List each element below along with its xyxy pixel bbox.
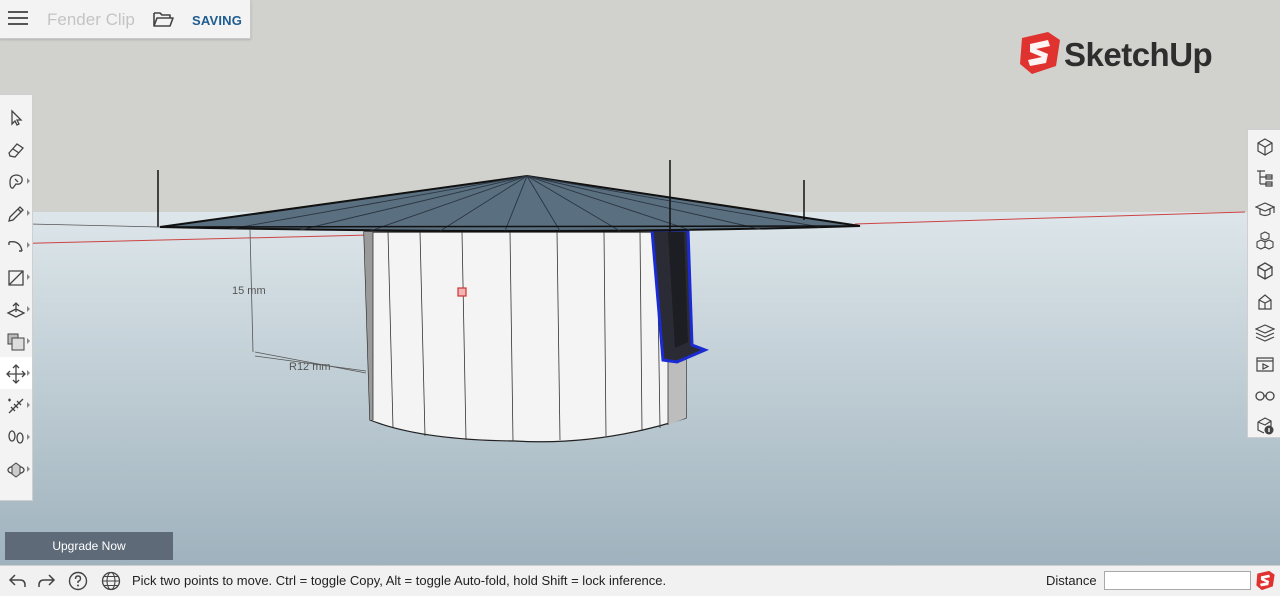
redo-icon[interactable] xyxy=(37,571,57,591)
sketchup-logo-icon xyxy=(1020,32,1060,74)
pencil-icon xyxy=(8,206,24,222)
document-header: Fender Clip SAVING xyxy=(0,0,251,39)
undo-icon[interactable] xyxy=(7,571,27,591)
logo-text: SketchUp xyxy=(1064,36,1213,73)
status-bar: Pick two points to move. Ctrl = toggle C… xyxy=(0,565,1280,596)
styles-icon xyxy=(1258,294,1272,310)
sketchup-logo: SketchUp xyxy=(1018,30,1228,80)
eraser-tool[interactable] xyxy=(0,133,32,165)
footprints-icon xyxy=(8,430,24,444)
right-panel-toolbar xyxy=(1247,129,1280,438)
line-tool[interactable] xyxy=(0,197,32,229)
measurement-input[interactable] xyxy=(1104,571,1251,590)
sketchup-mini-logo-icon[interactable] xyxy=(1255,570,1276,591)
components-icon xyxy=(1256,231,1274,250)
layers-icon xyxy=(1255,324,1275,342)
scenes-panel[interactable] xyxy=(1248,348,1280,379)
glasses-icon xyxy=(1255,391,1275,401)
push-pull-tool[interactable] xyxy=(0,293,32,325)
move-icon xyxy=(6,364,26,384)
mortarboard-icon xyxy=(1255,202,1275,217)
move-tool[interactable] xyxy=(0,357,32,389)
eraser-icon xyxy=(8,143,24,158)
cylinder-body[interactable] xyxy=(363,231,687,443)
orbit-tool[interactable] xyxy=(0,453,32,485)
left-toolbar xyxy=(0,94,33,501)
model-info-icon xyxy=(1257,417,1274,435)
folder-open-icon[interactable] xyxy=(152,9,174,29)
arc-icon xyxy=(8,241,23,252)
arc-tool[interactable] xyxy=(0,229,32,261)
orbit-icon xyxy=(7,462,25,478)
model-info-panel[interactable] xyxy=(1248,410,1280,441)
globe-icon[interactable] xyxy=(101,571,121,591)
radius-dimension-label: R12 mm xyxy=(289,361,331,373)
tape-measure-icon xyxy=(8,398,24,414)
offset-icon xyxy=(7,333,25,351)
modeling-viewport[interactable]: 15 mm R12 mm xyxy=(0,0,1280,565)
push-pull-icon xyxy=(6,302,26,318)
arrow-cursor-icon xyxy=(11,109,23,126)
select-tool[interactable] xyxy=(0,101,32,133)
status-instruction: Pick two points to move. Ctrl = toggle C… xyxy=(132,573,667,588)
height-dimension-label: 15 mm xyxy=(232,285,266,297)
components-panel[interactable] xyxy=(1248,224,1280,255)
layers-panel[interactable] xyxy=(1248,317,1280,348)
outliner-icon xyxy=(1257,170,1273,187)
inference-point-cursor xyxy=(457,287,467,297)
rectangle-icon xyxy=(8,270,24,286)
document-title[interactable]: Fender Clip xyxy=(47,10,135,30)
scenes-icon xyxy=(1256,357,1274,372)
paint-icon xyxy=(9,174,23,189)
upgrade-now-button[interactable]: Upgrade Now xyxy=(5,532,173,560)
measurement-label: Distance xyxy=(1046,573,1097,588)
tape-measure-tool[interactable] xyxy=(0,389,32,421)
display-panel[interactable] xyxy=(1248,379,1280,410)
offset-tool[interactable] xyxy=(0,325,32,357)
materials-panel[interactable] xyxy=(1248,255,1280,286)
materials-cube-icon xyxy=(1257,262,1273,280)
styles-panel[interactable] xyxy=(1248,286,1280,317)
instructor-panel[interactable] xyxy=(1248,193,1280,224)
cube-info-icon xyxy=(1257,138,1273,156)
walk-tool[interactable] xyxy=(0,421,32,453)
outliner-panel[interactable] xyxy=(1248,162,1280,193)
help-icon[interactable] xyxy=(68,571,88,591)
save-status: SAVING xyxy=(192,13,243,28)
entity-info-panel[interactable] xyxy=(1248,131,1280,162)
rectangle-tool[interactable] xyxy=(0,261,32,293)
hamburger-menu-icon[interactable] xyxy=(8,10,28,26)
paint-bucket-tool[interactable] xyxy=(0,165,32,197)
